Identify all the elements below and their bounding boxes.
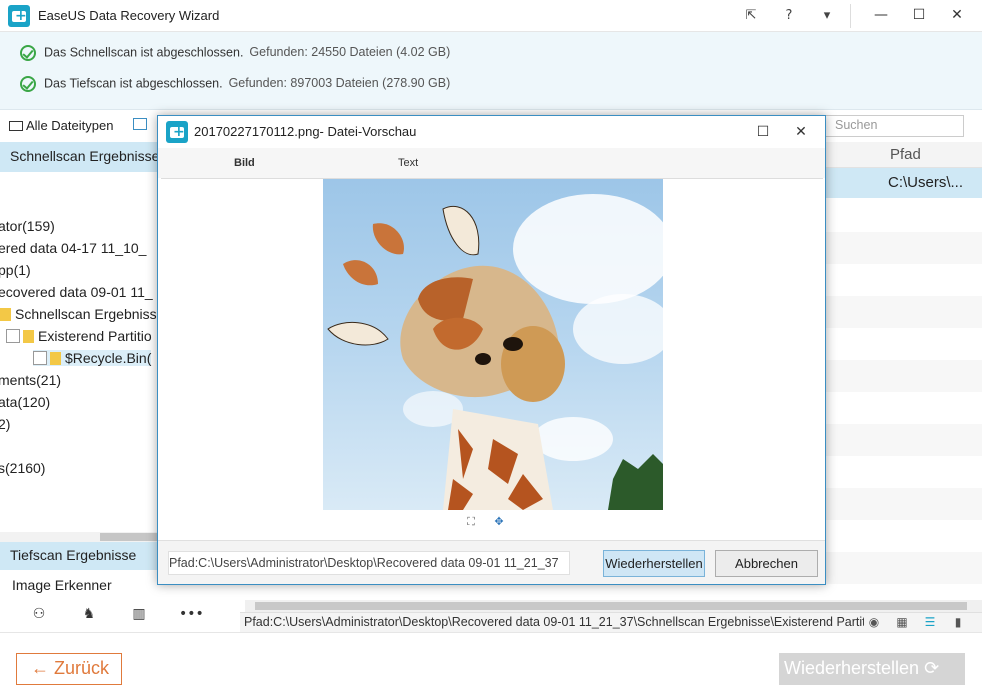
quick-scan-label: Das Schnellscan ist abgeschlossen. (44, 45, 244, 60)
table-row[interactable] (826, 488, 982, 520)
person-icon[interactable]: ⚇ (29, 604, 49, 624)
tree-item-label: $Recycle.Bin( (65, 350, 152, 366)
dialog-maximize-button[interactable]: ☐ (743, 118, 783, 146)
filter-all-types-label: Alle Dateitypen (26, 118, 114, 133)
scan-status-panel: Das Schnellscan ist abgeschlossen. Gefund… (0, 32, 982, 110)
folder-icon (50, 352, 61, 365)
path-column-label: Pfad (890, 146, 921, 163)
folder-icon (0, 308, 11, 321)
quick-scan-results-header[interactable]: Schnellscan Ergebnisse (0, 142, 158, 172)
close-button[interactable]: ✕ (934, 0, 980, 30)
recover-button[interactable]: Wiederherstellen ⟳ (779, 653, 965, 685)
grid-view-icon[interactable]: ▦ (894, 614, 910, 630)
tree-item-recycle-bin[interactable]: $Recycle.Bin( (33, 350, 152, 366)
image-recognizer-label[interactable]: Image Erkenner (12, 577, 112, 593)
deep-scan-found: Gefunden: 897003 Dateien (278.90 GB) (228, 76, 451, 91)
image-filter-icon[interactable] (133, 118, 147, 130)
file-preview-dialog: 20170227170112.png- Datei-Vorschau ☐ ✕ B… (157, 115, 826, 585)
app-logo-icon (166, 121, 188, 143)
table-cell-path: C:\Users\... (888, 174, 964, 191)
app-logo-icon (8, 5, 30, 27)
scrollbar-thumb[interactable] (255, 602, 967, 610)
tree-item[interactable]: ator(159) (0, 218, 55, 234)
tree-item-quick-scan[interactable]: Schnellscan Ergebnisse (0, 306, 158, 322)
tree-item[interactable]: ata(120) (0, 394, 50, 410)
folder-icon (23, 330, 34, 343)
tree-item[interactable]: ered data 04-17 11_10_ (0, 240, 146, 256)
path-column-header[interactable]: Pfad (826, 142, 982, 168)
preview-area: ⛶ ✥ (161, 178, 823, 540)
more-icon[interactable]: ••• (179, 604, 204, 624)
table-row[interactable] (826, 296, 982, 328)
deep-scan-label: Das Tiefscan ist abgeschlossen. (44, 76, 223, 91)
dialog-cancel-button[interactable]: Abbrechen (715, 550, 818, 577)
check-circle-icon (20, 45, 36, 61)
menu-dropdown-icon[interactable]: ▾ (817, 6, 837, 26)
deep-scan-results-header[interactable]: Tiefscan Ergebnisse (0, 542, 158, 570)
fit-to-window-icon[interactable]: ⛶ (463, 515, 479, 529)
monitor-icon (9, 121, 23, 131)
tree-item-label: Existerend Partitio (38, 328, 152, 344)
table-row[interactable] (826, 552, 982, 584)
tree-item-label: Schnellscan Ergebnisse (15, 306, 158, 322)
dialog-close-button[interactable]: ✕ (781, 118, 821, 146)
dialog-title: 20170227170112.png- Datei-Vorschau (194, 124, 417, 139)
tree-checkbox[interactable] (33, 351, 47, 365)
dialog-restore-button[interactable]: Wiederherstellen (603, 550, 705, 577)
giraffe-image (327, 194, 663, 510)
table-row-selected[interactable]: C:\Users\... (826, 168, 982, 198)
dialog-title-bar: 20170227170112.png- Datei-Vorschau ☐ ✕ (158, 116, 825, 148)
eye-icon[interactable]: ◉ (866, 614, 882, 630)
quick-scan-status: Das Schnellscan ist abgeschlossen. Gefund… (20, 45, 450, 67)
current-path: Pfad:C:\Users\Administrator\Desktop\Reco… (244, 615, 864, 629)
detail-view-icon[interactable]: ▮ (950, 614, 966, 630)
table-row[interactable] (826, 232, 982, 264)
building-icon[interactable]: ▥ (129, 604, 149, 624)
tree-item[interactable]: 2) (0, 416, 10, 432)
footer-bar: ← Zurück Wiederherstellen ⟳ (0, 632, 982, 700)
list-view-icon[interactable]: ☰ (922, 614, 938, 630)
tab-text[interactable]: Text (398, 157, 418, 169)
help-icon[interactable]: ? (779, 6, 799, 26)
tree-item[interactable]: s(2160) (0, 460, 45, 476)
dialog-path-field: Pfad:C:\Users\Administrator\Desktop\Reco… (168, 551, 570, 575)
tree-item-partition[interactable]: Existerend Partitio (6, 328, 152, 344)
search-input[interactable]: Suchen (818, 115, 964, 137)
actual-size-icon[interactable]: ✥ (491, 515, 507, 529)
left-horizontal-scrollbar[interactable] (0, 532, 158, 542)
preview-zoom-tools: ⛶ ✥ (161, 513, 823, 533)
filter-all-types[interactable]: Alle Dateitypen (9, 118, 113, 133)
quick-scan-found: Gefunden: 24550 Dateien (4.02 GB) (249, 45, 451, 60)
animal-icon[interactable]: ♞ (79, 604, 99, 624)
title-separator (850, 4, 851, 28)
app-title: EaseUS Data Recovery Wizard (38, 8, 220, 23)
scrollbar-thumb[interactable] (100, 533, 158, 541)
folder-tree: ator(159) ered data 04-17 11_10_ pp(1) e… (0, 172, 158, 542)
table-row[interactable] (826, 424, 982, 456)
results-horizontal-scrollbar[interactable] (245, 600, 982, 612)
check-circle-icon (20, 76, 36, 92)
tree-item[interactable]: ecovered data 09-01 11_ (0, 284, 153, 300)
tab-image[interactable]: Bild (234, 157, 255, 169)
deep-scan-status: Das Tiefscan ist abgeschlossen. Gefunden:… (20, 76, 450, 98)
back-button[interactable]: ← Zurück (16, 653, 122, 685)
tree-item[interactable]: ments(21) (0, 372, 61, 388)
path-status-bar: Pfad:C:\Users\Administrator\Desktop\Reco… (240, 612, 982, 632)
dialog-footer: Pfad:C:\Users\Administrator\Desktop\Reco… (158, 540, 825, 584)
tree-checkbox[interactable] (6, 329, 20, 343)
left-bottom-toolbar: ⚇ ♞ ▥ ••• (0, 600, 240, 630)
table-row[interactable] (826, 360, 982, 392)
preview-tabs: Bild Text (158, 148, 825, 178)
tree-item[interactable]: pp(1) (0, 262, 31, 278)
title-bar: EaseUS Data Recovery Wizard ⇱ ? ▾ — ☐ ✕ (0, 0, 982, 32)
preview-image (323, 179, 663, 510)
export-icon[interactable]: ⇱ (741, 6, 761, 26)
